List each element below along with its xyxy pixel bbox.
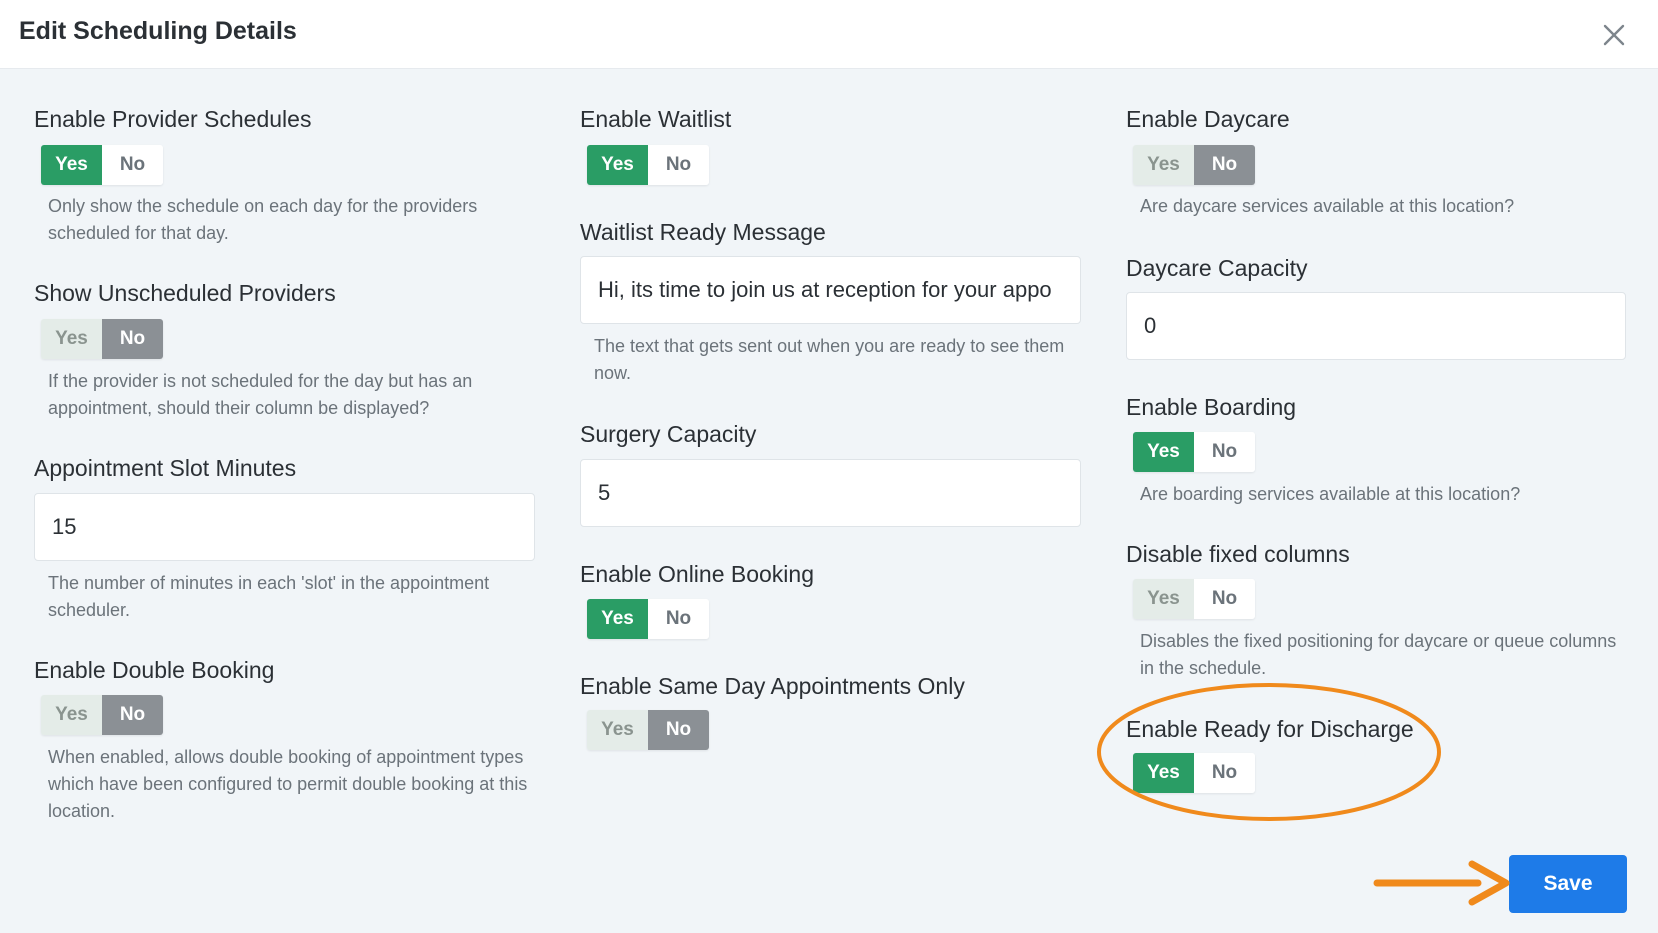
boarding-no[interactable]: No bbox=[1194, 432, 1255, 472]
fixed-columns-help: Disables the fixed positioning for dayca… bbox=[1140, 631, 1617, 678]
daycare-capacity-input[interactable] bbox=[1126, 292, 1626, 360]
fixed-columns-toggle: Yes No bbox=[1133, 579, 1255, 619]
waitlist-message-help: The text that gets sent out when you are… bbox=[594, 336, 1065, 383]
fixed-columns-label: Disable fixed columns bbox=[1126, 541, 1350, 567]
provider-schedules-no[interactable]: No bbox=[102, 145, 163, 185]
surgery-capacity-label: Surgery Capacity bbox=[580, 421, 757, 447]
double-booking-yes[interactable]: Yes bbox=[41, 695, 102, 735]
daycare-yes[interactable]: Yes bbox=[1133, 145, 1194, 185]
provider-schedules-label: Enable Provider Schedules bbox=[34, 106, 312, 132]
double-booking-help: When enabled, allows double booking of a… bbox=[48, 747, 528, 821]
daycare-no[interactable]: No bbox=[1194, 145, 1255, 185]
waitlist-message-label: Waitlist Ready Message bbox=[580, 219, 826, 245]
double-booking-no[interactable]: No bbox=[102, 695, 163, 735]
unscheduled-providers-help: If the provider is not scheduled for the… bbox=[48, 371, 473, 418]
unscheduled-providers-label: Show Unscheduled Providers bbox=[34, 280, 336, 306]
waitlist-toggle: Yes No bbox=[587, 145, 709, 185]
provider-schedules-yes[interactable]: Yes bbox=[41, 145, 102, 185]
same-day-yes[interactable]: Yes bbox=[587, 710, 648, 750]
double-booking-label: Enable Double Booking bbox=[34, 657, 275, 683]
waitlist-label: Enable Waitlist bbox=[580, 106, 732, 132]
waitlist-no[interactable]: No bbox=[648, 145, 709, 185]
slot-minutes-input[interactable] bbox=[34, 493, 535, 561]
online-booking-label: Enable Online Booking bbox=[580, 561, 814, 587]
double-booking-toggle: Yes No bbox=[41, 695, 163, 735]
waitlist-message-input[interactable] bbox=[580, 256, 1081, 324]
provider-schedules-help: Only show the schedule on each day for t… bbox=[48, 196, 478, 243]
daycare-toggle: Yes No bbox=[1133, 145, 1255, 185]
save-button[interactable]: Save bbox=[1509, 855, 1627, 913]
online-booking-no[interactable]: No bbox=[648, 599, 709, 639]
ready-discharge-label: Enable Ready for Discharge bbox=[1126, 716, 1414, 742]
slot-minutes-label: Appointment Slot Minutes bbox=[34, 455, 297, 481]
ready-discharge-toggle: Yes No bbox=[1133, 753, 1255, 793]
modal-header: Edit Scheduling Details bbox=[0, 0, 1658, 69]
daycare-label: Enable Daycare bbox=[1126, 106, 1290, 132]
fixed-columns-no[interactable]: No bbox=[1194, 579, 1255, 619]
same-day-no[interactable]: No bbox=[648, 710, 709, 750]
same-day-label: Enable Same Day Appointments Only bbox=[580, 673, 965, 699]
unscheduled-providers-no[interactable]: No bbox=[102, 319, 163, 359]
fixed-columns-yes[interactable]: Yes bbox=[1133, 579, 1194, 619]
unscheduled-providers-yes[interactable]: Yes bbox=[41, 319, 102, 359]
daycare-capacity-label: Daycare Capacity bbox=[1126, 255, 1308, 281]
daycare-help: Are daycare services available at this l… bbox=[1140, 196, 1515, 216]
online-booking-yes[interactable]: Yes bbox=[587, 599, 648, 639]
close-button[interactable] bbox=[1597, 18, 1631, 52]
boarding-toggle: Yes No bbox=[1133, 432, 1255, 472]
online-booking-toggle: Yes No bbox=[587, 599, 709, 639]
ready-discharge-no[interactable]: No bbox=[1194, 753, 1255, 793]
boarding-help: Are boarding services available at this … bbox=[1140, 484, 1521, 504]
ready-discharge-yes[interactable]: Yes bbox=[1133, 753, 1194, 793]
slot-minutes-help: The number of minutes in each 'slot' in … bbox=[48, 573, 490, 620]
boarding-yes[interactable]: Yes bbox=[1133, 432, 1194, 472]
provider-schedules-toggle: Yes No bbox=[41, 145, 163, 185]
waitlist-yes[interactable]: Yes bbox=[587, 145, 648, 185]
same-day-toggle: Yes No bbox=[587, 710, 709, 750]
boarding-label: Enable Boarding bbox=[1126, 394, 1297, 420]
modal-title: Edit Scheduling Details bbox=[19, 17, 297, 45]
close-icon bbox=[1603, 24, 1625, 46]
unscheduled-providers-toggle: Yes No bbox=[41, 319, 163, 359]
surgery-capacity-input[interactable] bbox=[580, 459, 1081, 527]
